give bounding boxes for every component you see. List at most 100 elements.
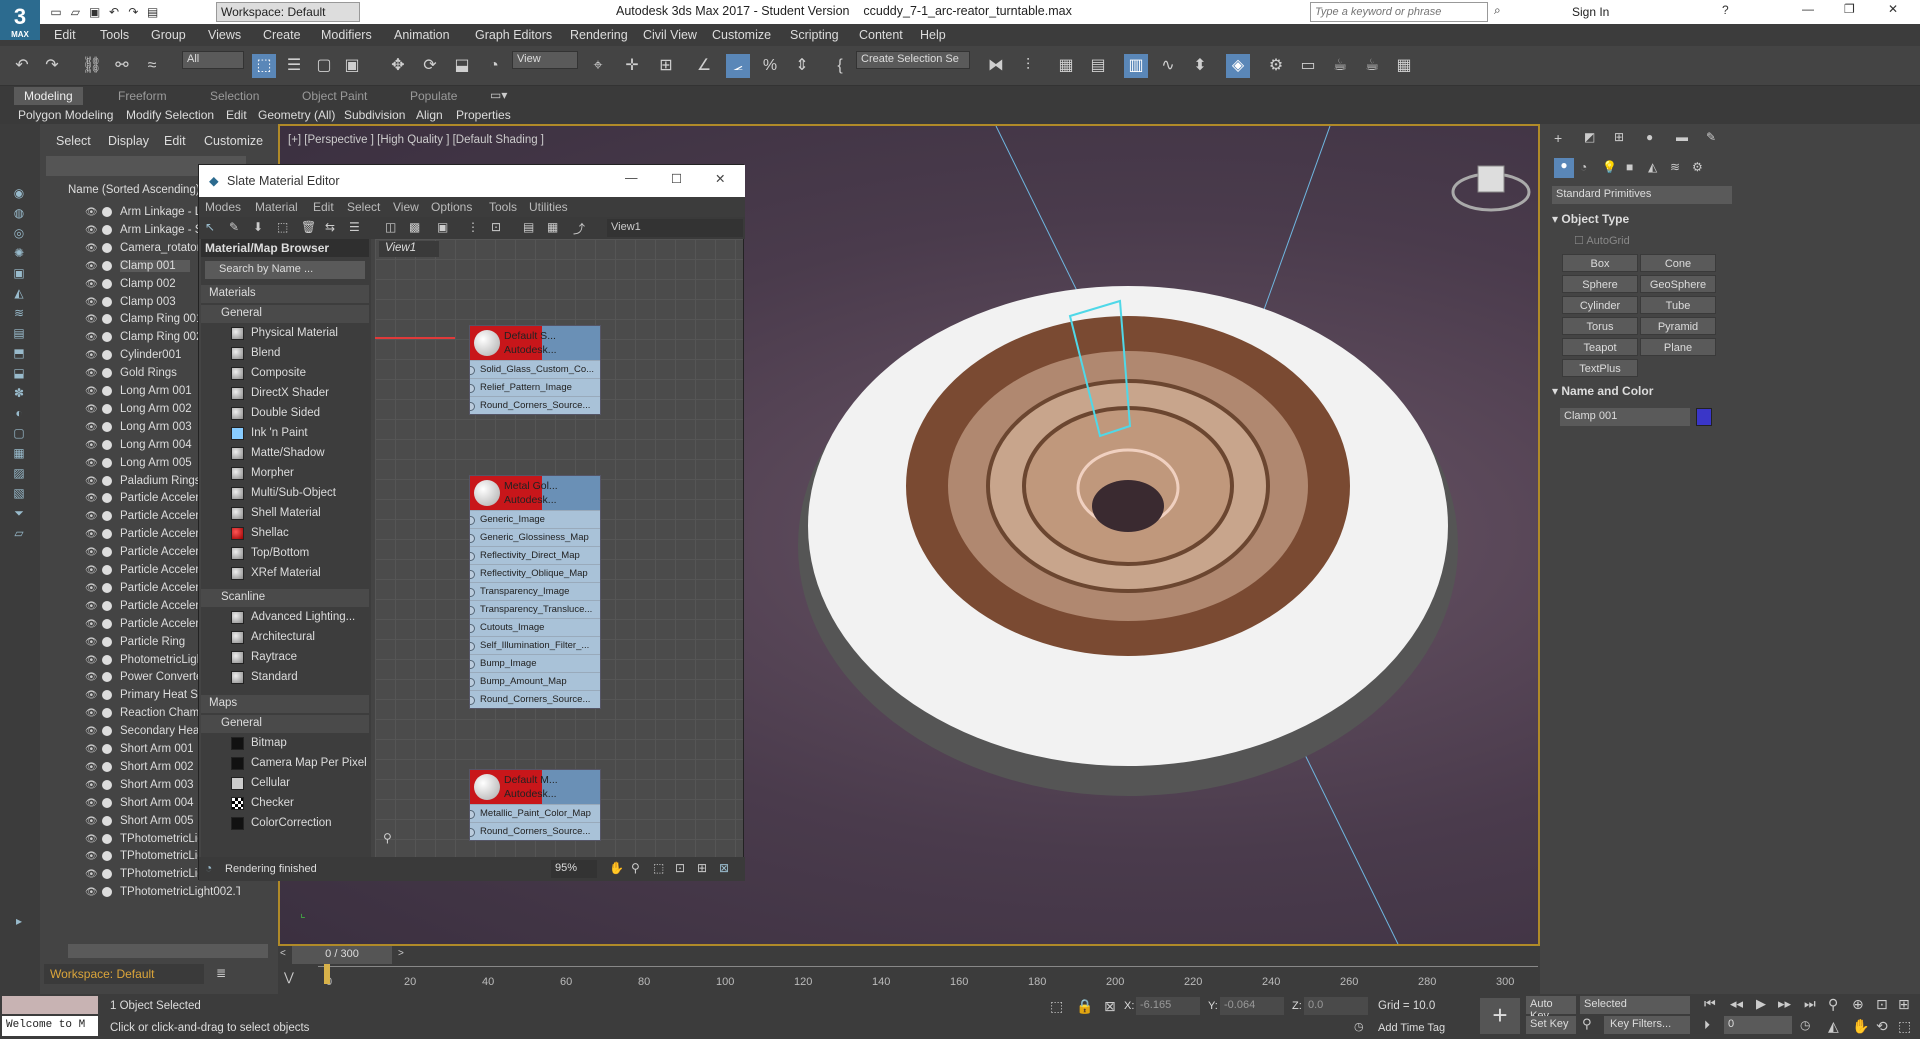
- sme-select-by-material-icon[interactable]: ▦: [547, 220, 558, 234]
- redo-icon[interactable]: ↷: [40, 54, 64, 78]
- eye-icon[interactable]: 👁: [85, 565, 98, 576]
- open-file-icon[interactable]: ▱: [67, 4, 83, 20]
- auto-key-button[interactable]: Auto Key: [1526, 996, 1576, 1022]
- align-icon[interactable]: ⫶: [1016, 54, 1040, 78]
- display-hidden-icon[interactable]: ◐: [10, 406, 28, 422]
- material-node[interactable]: Default S... Autodesk... Solid_Glass_Custo…: [469, 325, 601, 415]
- eye-icon[interactable]: 👁: [85, 744, 98, 755]
- node-slot[interactable]: Generic_Glossiness_Map: [470, 528, 600, 546]
- new-file-icon[interactable]: ▭: [48, 4, 64, 20]
- spacewarps-icon[interactable]: ≋: [1670, 160, 1680, 174]
- sx-scrollbar[interactable]: [68, 944, 268, 958]
- eye-icon[interactable]: 👁: [85, 207, 98, 218]
- eye-icon[interactable]: 👁: [85, 386, 98, 397]
- play-icon[interactable]: ▶: [1756, 996, 1766, 1012]
- sx-tab-edit[interactable]: Edit: [164, 134, 186, 148]
- material-item[interactable]: Multi/Sub-Object: [201, 485, 369, 503]
- sme-put-material-icon[interactable]: ⬇: [253, 220, 263, 234]
- eye-icon[interactable]: 👁: [85, 834, 98, 845]
- eye-icon[interactable]: 👁: [85, 314, 98, 325]
- sme-show-map-icon[interactable]: ◫: [385, 220, 396, 234]
- material-editor-icon[interactable]: ◈: [1226, 54, 1250, 78]
- eye-icon[interactable]: 👁: [85, 493, 98, 504]
- frame-slider[interactable]: 0 / 300: [292, 946, 392, 964]
- pan-to-selected-icon[interactable]: ⊠: [719, 861, 729, 875]
- eye-icon[interactable]: 👁: [85, 583, 98, 594]
- display-spacewarps-icon[interactable]: ≋: [10, 306, 28, 322]
- ribbon-edit[interactable]: Edit: [222, 106, 251, 124]
- sign-in-link[interactable]: Sign In: [1572, 5, 1609, 19]
- prev-key-icon[interactable]: ◂◂: [1730, 996, 1743, 1012]
- viewcube[interactable]: [1450, 156, 1532, 218]
- eye-icon[interactable]: 👁: [85, 690, 98, 701]
- primitive-button-box[interactable]: Box: [1562, 254, 1638, 272]
- ribbon-toggle-icon[interactable]: ▥: [1124, 54, 1148, 78]
- filter-icon[interactable]: ⏷: [10, 506, 28, 522]
- map-item[interactable]: Cellular: [201, 775, 369, 793]
- tab-selection[interactable]: Selection: [200, 87, 269, 105]
- sme-assign-icon[interactable]: ⬚: [277, 220, 288, 234]
- node-slot[interactable]: Generic_Image: [470, 510, 600, 528]
- node-slot[interactable]: Bump_Amount_Map: [470, 672, 600, 690]
- menu-scripting[interactable]: Scripting: [790, 28, 839, 42]
- x-coordinate-field[interactable]: -6.165: [1136, 997, 1200, 1015]
- named-selection-combo[interactable]: Create Selection Se: [856, 51, 970, 69]
- sme-view-selector[interactable]: View1: [607, 219, 743, 237]
- display-geometry-icon[interactable]: ◍: [10, 206, 28, 222]
- material-item[interactable]: Standard: [201, 669, 369, 687]
- orbit-icon[interactable]: ⟲: [1876, 1018, 1888, 1035]
- zoom-region-icon[interactable]: ⬚: [653, 861, 664, 875]
- display-bones-icon[interactable]: ⬓: [10, 366, 28, 382]
- pivot-center-icon[interactable]: ⌖: [586, 54, 610, 78]
- node-slot[interactable]: Reflectivity_Oblique_Map: [470, 564, 600, 582]
- sme-minimize-button[interactable]: —: [625, 171, 638, 185]
- window-crossing-icon[interactable]: ▣: [340, 54, 364, 78]
- angle-snap-icon[interactable]: ⦟: [726, 54, 750, 78]
- node-header[interactable]: Default M... Autodesk...: [470, 770, 600, 804]
- goto-start-icon[interactable]: ⏮: [1704, 996, 1716, 1012]
- rollout-object-type[interactable]: ▾ Object Type: [1552, 212, 1714, 230]
- modify-tab-icon[interactable]: ◩: [1584, 130, 1595, 144]
- bind-spacewarp-icon[interactable]: ≈: [140, 54, 164, 78]
- primitive-button-teapot[interactable]: Teapot: [1562, 338, 1638, 356]
- maximize-button[interactable]: ❐: [1844, 2, 1855, 16]
- helpers-icon[interactable]: ◭: [1648, 160, 1657, 174]
- sme-menu-modes[interactable]: Modes: [205, 200, 241, 214]
- next-frame-button[interactable]: >: [398, 948, 404, 959]
- material-item[interactable]: Morpher: [201, 465, 369, 483]
- node-slot[interactable]: Metallic_Paint_Color_Map: [470, 804, 600, 822]
- map-item[interactable]: ColorCorrection: [201, 815, 369, 833]
- eye-icon[interactable]: 👁: [85, 261, 98, 272]
- isolate-icon[interactable]: ⬚: [1050, 998, 1063, 1015]
- ribbon-geometry-all[interactable]: Geometry (All): [254, 106, 339, 124]
- binoculars-icon[interactable]: ⚲: [383, 831, 392, 845]
- maxscript-listener-top[interactable]: [2, 996, 98, 1014]
- sme-maximize-button[interactable]: ☐: [671, 171, 682, 186]
- menu-animation[interactable]: Animation: [394, 28, 450, 42]
- ribbon-align[interactable]: Align: [412, 106, 447, 124]
- menu-customize[interactable]: Customize: [712, 28, 771, 42]
- mini-curve-editor-icon[interactable]: ⋁: [284, 970, 294, 984]
- node-header[interactable]: Default S... Autodesk...: [470, 326, 600, 360]
- menu-tools[interactable]: Tools: [100, 28, 129, 42]
- primitive-button-cylinder[interactable]: Cylinder: [1562, 296, 1638, 314]
- sx-column-header[interactable]: Name (Sorted Ascending): [68, 184, 200, 196]
- eye-icon[interactable]: 👁: [85, 458, 98, 469]
- time-slider-thumb[interactable]: [324, 964, 330, 984]
- sx-tab-display[interactable]: Display: [108, 134, 149, 148]
- scale-icon[interactable]: ⬓: [450, 54, 474, 78]
- render-iterative-icon[interactable]: ☕: [1360, 54, 1384, 78]
- node-slot[interactable]: Transparency_Image: [470, 582, 600, 600]
- eye-icon[interactable]: 👁: [85, 637, 98, 648]
- node-slot[interactable]: Cutouts_Image: [470, 618, 600, 636]
- node-slot[interactable]: Solid_Glass_Custom_Co...: [470, 360, 600, 378]
- render-production-icon[interactable]: ☕: [1328, 54, 1352, 78]
- track-bar[interactable]: [318, 966, 1538, 976]
- zoom-all-icon[interactable]: ⊕: [1852, 996, 1864, 1013]
- scene-explorer-icon[interactable]: ▦: [1054, 54, 1078, 78]
- rotate-icon[interactable]: ⟳: [418, 54, 442, 78]
- layer-explorer-icon[interactable]: ▤: [1086, 54, 1110, 78]
- menu-content[interactable]: Content: [859, 28, 903, 42]
- material-item[interactable]: Composite: [201, 365, 369, 383]
- prev-frame-button[interactable]: <: [280, 948, 286, 959]
